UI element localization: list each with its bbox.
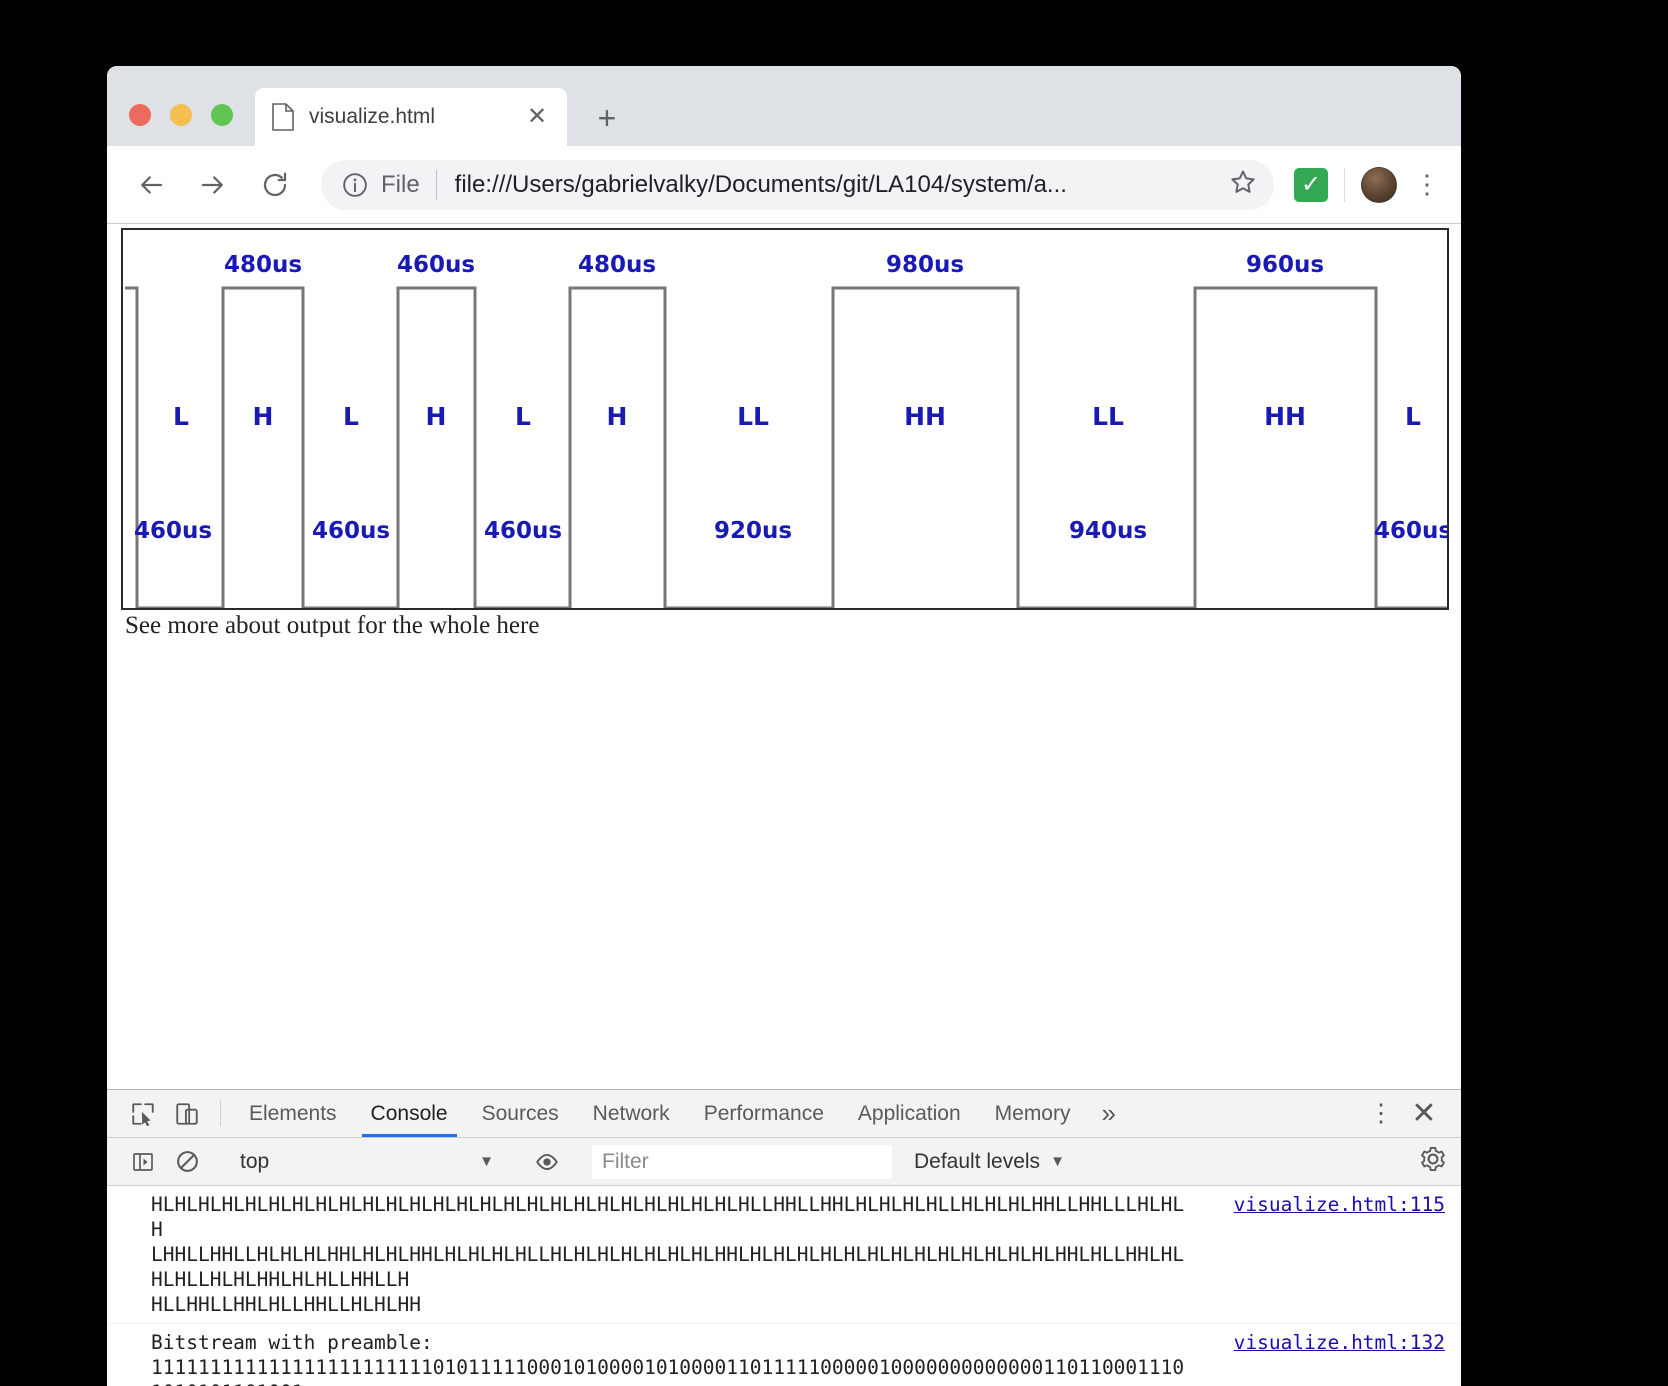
waveform-svg: 480us 460us 480us 980us 960us L H L H L … [125, 252, 1447, 608]
browser-toolbar: File file:///Users/gabrielvalky/Document… [107, 146, 1461, 224]
console-sidebar-icon[interactable] [121, 1150, 165, 1174]
console-message[interactable]: Bitstream with preamble: 111111111111111… [107, 1324, 1461, 1386]
chevron-down-icon: ▼ [1050, 1153, 1065, 1170]
browser-window: visualize.html ✕ + File file:///Users/ga… [107, 66, 1461, 1167]
wave-state-9: LL [1092, 402, 1124, 431]
omnibox-divider [435, 169, 437, 200]
console-toolbar: top ▼ Default levels ▼ [107, 1138, 1461, 1186]
chevron-down-icon: ▼ [479, 1153, 494, 1170]
tab-sources[interactable]: Sources [465, 1090, 576, 1137]
wave-state-7: LL [737, 402, 769, 431]
log-levels-value: Default levels [914, 1149, 1041, 1173]
close-icon[interactable]: ✕ [1401, 1098, 1447, 1129]
address-bar[interactable]: File file:///Users/gabrielvalky/Document… [321, 159, 1274, 210]
console-message-source[interactable]: visualize.html:115 [1234, 1192, 1445, 1217]
page-body-text: See more about output for the whole here [125, 612, 540, 637]
chevron-double-right-icon[interactable]: » [1087, 1090, 1129, 1137]
filter-input[interactable] [592, 1144, 892, 1179]
toolbar-right-actions: ✓ ⋮ [1294, 166, 1441, 203]
wave-time-bot-6: 460us [1374, 518, 1447, 544]
kebab-menu-icon[interactable]: ⋮ [1413, 171, 1441, 197]
wave-time-bot-3: 460us [484, 518, 562, 544]
wave-state-4: H [426, 402, 447, 431]
devtools-tabbar: Elements Console Sources Network Perform… [107, 1090, 1461, 1138]
document-icon [272, 103, 294, 131]
gear-icon[interactable] [1419, 1145, 1447, 1178]
maximize-window-button[interactable] [211, 104, 233, 126]
wave-state-6: H [607, 402, 628, 431]
window-controls [129, 104, 233, 126]
console-message-source[interactable]: visualize.html:132 [1234, 1330, 1445, 1355]
tab-title: visualize.html [309, 105, 436, 128]
url-text: file:///Users/gabrielvalky/Documents/git… [454, 170, 1067, 198]
wave-state-5: L [515, 402, 531, 431]
log-levels-dropdown[interactable]: Default levels ▼ [914, 1150, 1073, 1174]
wave-time-top-3: 480us [578, 252, 656, 278]
inspect-cursor-icon[interactable] [121, 1090, 165, 1137]
profile-avatar[interactable] [1361, 166, 1397, 203]
wave-state-2: H [253, 402, 274, 431]
page-viewport: 480us 460us 480us 980us 960us L H L H L … [107, 224, 1461, 637]
tabbar-spacer [1130, 1090, 1338, 1137]
tab-network[interactable]: Network [576, 1090, 687, 1137]
console-message-list: HLHLHLHLHLHLHLHLHLHLHLHLHLHLHLHLHLHLHLHL… [107, 1186, 1461, 1386]
execution-context-value: top [240, 1149, 270, 1173]
wave-state-8: HH [904, 402, 946, 431]
wave-time-bot-2: 460us [312, 518, 390, 544]
arrow-right-icon[interactable] [189, 161, 237, 209]
arrow-left-icon[interactable] [127, 161, 175, 209]
live-expression-eye-icon[interactable] [525, 1149, 569, 1175]
tab-elements[interactable]: Elements [232, 1090, 354, 1137]
toolbar-divider [1344, 167, 1345, 202]
wave-time-top-5: 960us [1246, 252, 1324, 278]
wave-time-bot-1: 460us [134, 518, 212, 544]
tab-performance[interactable]: Performance [687, 1090, 841, 1137]
info-circle-icon[interactable] [341, 171, 369, 199]
wave-time-bot-4: 920us [714, 518, 792, 544]
wave-state-11: L [1405, 402, 1421, 431]
execution-context-dropdown[interactable]: top ▼ [232, 1145, 502, 1179]
wave-time-top-4: 980us [886, 252, 964, 278]
wave-state-10: HH [1264, 402, 1306, 431]
device-toolbar-icon[interactable] [165, 1090, 209, 1137]
wave-time-bot-5: 940us [1069, 518, 1147, 544]
devtools-tabbar-actions: ⋮ ✕ [1338, 1090, 1461, 1137]
waveform-diagram: 480us 460us 480us 980us 960us L H L H L … [121, 228, 1449, 610]
url-scheme-label: File [381, 170, 420, 198]
kebab-menu-icon[interactable]: ⋮ [1361, 1101, 1401, 1125]
close-icon[interactable]: ✕ [523, 103, 551, 131]
star-icon[interactable] [1228, 167, 1258, 202]
plus-icon[interactable]: + [590, 102, 624, 136]
reload-icon[interactable] [251, 161, 299, 209]
tab-strip: visualize.html ✕ + [107, 66, 1461, 146]
tab-console[interactable]: Console [354, 1090, 465, 1137]
browser-tab[interactable]: visualize.html ✕ [255, 88, 567, 146]
minimize-window-button[interactable] [170, 104, 192, 126]
wave-time-top-2: 460us [397, 252, 475, 278]
tab-application[interactable]: Application [841, 1090, 978, 1137]
console-message[interactable]: HLHLHLHLHLHLHLHLHLHLHLHLHLHLHLHLHLHLHLHL… [107, 1186, 1461, 1324]
close-window-button[interactable] [129, 104, 151, 126]
clear-console-icon[interactable] [165, 1149, 209, 1174]
wave-state-1: L [173, 402, 189, 431]
tab-memory[interactable]: Memory [978, 1090, 1088, 1137]
wave-state-3: L [343, 402, 359, 431]
wave-time-top-1: 480us [224, 252, 302, 278]
tabbar-divider [220, 1101, 221, 1126]
checkmark-extension-icon[interactable]: ✓ [1294, 167, 1328, 202]
devtools-panel: Elements Console Sources Network Perform… [107, 1089, 1461, 1386]
